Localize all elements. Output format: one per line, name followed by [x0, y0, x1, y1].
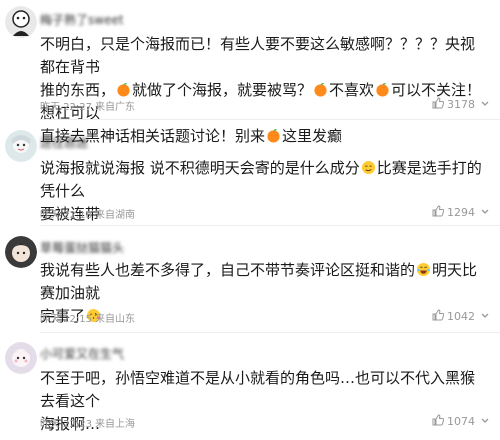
avatar[interactable]: [5, 6, 37, 38]
location: 来自湖南: [95, 210, 135, 221]
like-count: 3178: [447, 98, 475, 111]
comment-line: 不明白，只是个海报而已！有些人要不要这么敏感啊？？？？央视都在背书: [40, 33, 486, 79]
like-count: 1074: [447, 415, 475, 428]
comment-line: 说海报就说海报 说不积德明天会寄的是什么成分 比赛是选手打的 凭什么: [40, 157, 486, 203]
comment-text-segment: 不喜欢: [329, 81, 375, 99]
comment-text-segment: 我说有些人也差不多得了，自己不带节奏评论区挺和谐的: [40, 261, 416, 279]
thumbs-up-icon: [432, 205, 445, 220]
like-button[interactable]: 1074: [432, 414, 475, 429]
comment-item: 草莓蛋挞猫猫头 我说有些人也差不多得了，自己不带节奏评论区挺和谐的 明天比赛加油就…: [0, 226, 500, 334]
timestamp: 昨天 22:15: [40, 314, 92, 325]
thumbs-up-icon: [432, 414, 445, 429]
username[interactable]: 草莓蛋挞猫猫头: [40, 239, 124, 256]
comment-item: 迷往惑迷 说海报就说海报 说不积德明天会寄的是什么成分 比赛是选手打的 凭什么 要…: [0, 120, 500, 226]
comment-text-segment: 推的东西，: [40, 81, 116, 99]
more-options-icon[interactable]: [478, 97, 492, 111]
more-options-icon[interactable]: [478, 414, 492, 428]
comment-meta: 昨天 22:23 来自上海: [40, 415, 135, 430]
thumbs-up-icon: [432, 97, 445, 112]
like-count: 1042: [447, 310, 475, 323]
location: 来自上海: [95, 419, 135, 430]
username[interactable]: 迷往惑迷: [40, 134, 88, 151]
comment-text-segment: 就做了个海报，就要被骂？: [132, 81, 313, 99]
timestamp: 昨天 22:27: [40, 102, 92, 113]
thumbs-up-icon: [432, 309, 445, 324]
location: 来自山东: [95, 314, 135, 325]
comment-meta: 昨天 22:15 来自山东: [40, 310, 135, 325]
comment-text-segment: 不明白，只是个海报而已！有些人要不要这么敏感啊？？？？央视都在背书: [40, 35, 476, 76]
comment-line: 我说有些人也差不多得了，自己不带节奏评论区挺和谐的 明天比赛加油就: [40, 259, 486, 305]
comment-meta: 昨天 22:27 来自广东: [40, 98, 135, 113]
more-options-icon[interactable]: [478, 205, 492, 219]
like-button[interactable]: 1294: [432, 205, 475, 220]
orange-emoji-icon: [313, 81, 328, 97]
comment-text-segment: 说海报就说海报 说不积德明天会寄的是什么成分: [40, 159, 360, 177]
like-button[interactable]: 3178: [432, 97, 475, 112]
avatar[interactable]: [5, 342, 37, 374]
comment-text-segment: 不至于吧，孙悟空难道不是从小就看的角色吗…也可以不代入黑猴去看这个: [40, 369, 476, 410]
orange-emoji-icon: [116, 81, 131, 97]
comment-line: 不至于吧，孙悟空难道不是从小就看的角色吗…也可以不代入黑猴去看这个: [40, 367, 486, 413]
laugh-emoji-icon: [416, 261, 431, 277]
comment-meta: 昨天 22:18 来自湖南: [40, 206, 135, 221]
orange-emoji-icon: [375, 81, 390, 97]
timestamp: 昨天 22:18: [40, 210, 92, 221]
more-options-icon[interactable]: [478, 309, 492, 323]
like-button[interactable]: 1042: [432, 309, 475, 324]
comment-item: 梅子熟了sweet 不明白，只是个海报而已！有些人要不要这么敏感啊？？？？央视都…: [0, 0, 500, 145]
username[interactable]: 小可爱又在生气: [40, 345, 124, 362]
separator: [40, 332, 500, 333]
avatar[interactable]: [5, 236, 37, 268]
username[interactable]: 梅子熟了sweet: [40, 11, 124, 28]
comment-item: 小可爱又在生气 不至于吧，孙悟空难道不是从小就看的角色吗…也可以不代入黑猴去看这…: [0, 334, 500, 440]
timestamp: 昨天 22:23: [40, 419, 92, 430]
like-count: 1294: [447, 206, 475, 219]
avatar[interactable]: [5, 130, 37, 162]
location: 来自广东: [95, 102, 135, 113]
sly-smile-emoji-icon: [361, 159, 376, 175]
